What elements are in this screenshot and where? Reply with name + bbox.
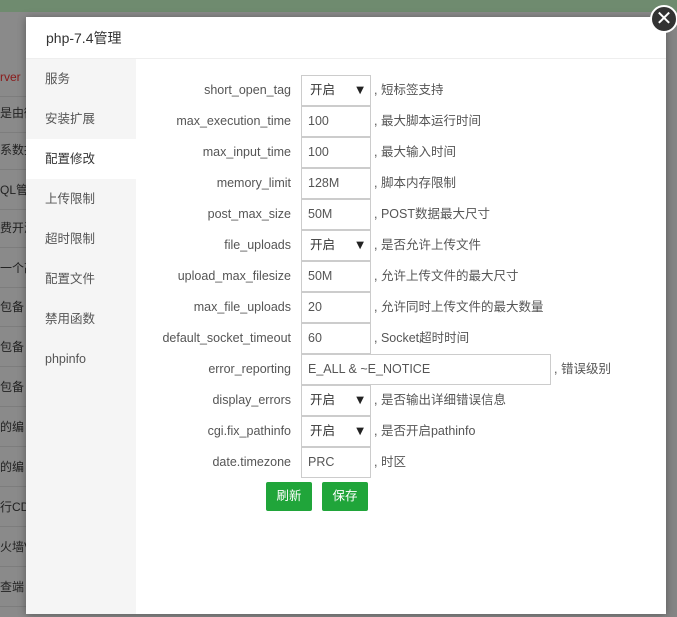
field-description: , 短标签支持 bbox=[374, 83, 444, 97]
field-label: default_socket_timeout bbox=[162, 331, 291, 345]
field-description: , 错误级别 bbox=[554, 362, 611, 376]
field-label: max_file_uploads bbox=[193, 300, 291, 314]
form-row-error-reporting: error_reporting E_ALL & ~E_NOTICE , 错误级别 bbox=[136, 354, 666, 385]
field-label: upload_max_filesize bbox=[177, 269, 291, 283]
file-uploads-select[interactable]: 开启 ▼ bbox=[301, 230, 371, 261]
select-value: 开启 bbox=[310, 238, 336, 252]
background-row: 系数据 bbox=[0, 130, 26, 170]
form-row-memory-limit: memory_limit 128M , 脚本内存限制 bbox=[136, 168, 666, 199]
background-row: QL管理 bbox=[0, 170, 26, 210]
form-row-upload-max-filesize: upload_max_filesize 50M , 允许上传文件的最大尺寸 bbox=[136, 261, 666, 292]
sidebar-item-disabled-functions[interactable]: 禁用函数 bbox=[26, 299, 136, 339]
form-row-date-timezone: date.timezone PRC , 时区 bbox=[136, 447, 666, 478]
background-row: 一个高 bbox=[0, 248, 26, 288]
field-description: , 脚本内存限制 bbox=[374, 176, 456, 190]
error-reporting-input[interactable]: E_ALL & ~E_NOTICE bbox=[301, 354, 551, 385]
upload-max-filesize-input[interactable]: 50M bbox=[301, 261, 371, 292]
field-description: , 允许上传文件的最大尺寸 bbox=[374, 269, 519, 283]
chevron-down-icon: ▼ bbox=[356, 240, 364, 251]
select-value: 开启 bbox=[310, 424, 336, 438]
field-description: , Socket超时时间 bbox=[374, 331, 470, 345]
max-execution-time-input[interactable]: 100 bbox=[301, 106, 371, 137]
sidebar-item-config-file[interactable]: 配置文件 bbox=[26, 259, 136, 299]
field-description: , 时区 bbox=[374, 455, 406, 469]
background-row: 的编 bbox=[0, 407, 26, 447]
background-row: 费开源 bbox=[0, 208, 26, 248]
refresh-button[interactable]: 刷新 bbox=[266, 482, 312, 511]
background-row: 包备 bbox=[0, 327, 26, 367]
background-row: rver bbox=[0, 57, 26, 97]
field-label: max_execution_time bbox=[176, 114, 291, 128]
background-row: 的编 bbox=[0, 447, 26, 487]
background-row: 行CD bbox=[0, 487, 26, 527]
field-label: cgi.fix_pathinfo bbox=[207, 424, 291, 438]
dialog-sidebar: 服务 安装扩展 配置修改 上传限制 超时限制 配置文件 禁用函数 phpinfo bbox=[26, 59, 136, 614]
field-description: , 是否允许上传文件 bbox=[374, 238, 481, 252]
max-file-uploads-input[interactable]: 20 bbox=[301, 292, 371, 323]
sidebar-item-upload-limit[interactable]: 上传限制 bbox=[26, 179, 136, 219]
date-timezone-input[interactable]: PRC bbox=[301, 447, 371, 478]
close-icon[interactable]: ✕ bbox=[650, 5, 677, 33]
memory-limit-input[interactable]: 128M bbox=[301, 168, 371, 199]
chevron-down-icon: ▼ bbox=[356, 85, 364, 96]
sidebar-item-config-edit[interactable]: 配置修改 bbox=[26, 139, 136, 179]
field-label: memory_limit bbox=[216, 176, 291, 190]
sidebar-item-timeout-limit[interactable]: 超时限制 bbox=[26, 219, 136, 259]
form-row-short-open-tag: short_open_tag 开启 ▼ , 短标签支持 bbox=[136, 75, 666, 106]
form-row-max-file-uploads: max_file_uploads 20 , 允许同时上传文件的最大数量 bbox=[136, 292, 666, 323]
background-topbar bbox=[0, 0, 677, 12]
default-socket-timeout-input[interactable]: 60 bbox=[301, 323, 371, 354]
sidebar-item-service[interactable]: 服务 bbox=[26, 59, 136, 99]
save-button[interactable]: 保存 bbox=[322, 482, 368, 511]
field-description: , POST数据最大尺寸 bbox=[374, 207, 490, 221]
field-description: , 允许同时上传文件的最大数量 bbox=[374, 300, 544, 314]
background-row: 包备 bbox=[0, 287, 26, 327]
background-row: 是由微 bbox=[0, 93, 26, 133]
select-value: 开启 bbox=[310, 83, 336, 97]
short-open-tag-select[interactable]: 开启 ▼ bbox=[301, 75, 371, 106]
form-row-max-input-time: max_input_time 100 , 最大输入时间 bbox=[136, 137, 666, 168]
field-description: , 是否输出详细错误信息 bbox=[374, 393, 506, 407]
dialog-title: php-7.4管理 bbox=[26, 17, 666, 59]
background-row: 包备 bbox=[0, 367, 26, 407]
field-label: error_reporting bbox=[208, 362, 291, 376]
form-row-post-max-size: post_max_size 50M , POST数据最大尺寸 bbox=[136, 199, 666, 230]
field-description: , 是否开启pathinfo bbox=[374, 424, 476, 438]
field-label: file_uploads bbox=[224, 238, 291, 252]
post-max-size-input[interactable]: 50M bbox=[301, 199, 371, 230]
field-description: , 最大脚本运行时间 bbox=[374, 114, 481, 128]
display-errors-select[interactable]: 开启 ▼ bbox=[301, 385, 371, 416]
form-row-file-uploads: file_uploads 开启 ▼ , 是否允许上传文件 bbox=[136, 230, 666, 261]
background-row: 火墙V bbox=[0, 527, 26, 567]
cgi-fix-pathinfo-select[interactable]: 开启 ▼ bbox=[301, 416, 371, 447]
form-row-display-errors: display_errors 开启 ▼ , 是否输出详细错误信息 bbox=[136, 385, 666, 416]
form-row-max-execution-time: max_execution_time 100 , 最大脚本运行时间 bbox=[136, 106, 666, 137]
field-label: post_max_size bbox=[207, 207, 291, 221]
field-description: , 最大输入时间 bbox=[374, 145, 456, 159]
sidebar-item-extensions[interactable]: 安装扩展 bbox=[26, 99, 136, 139]
field-label: max_input_time bbox=[202, 145, 291, 159]
select-value: 开启 bbox=[310, 393, 336, 407]
config-form: short_open_tag 开启 ▼ , 短标签支持 max_executio… bbox=[136, 59, 666, 614]
max-input-time-input[interactable]: 100 bbox=[301, 137, 371, 168]
field-label: short_open_tag bbox=[204, 83, 291, 97]
field-label: date.timezone bbox=[212, 455, 291, 469]
chevron-down-icon: ▼ bbox=[356, 426, 364, 437]
field-label: display_errors bbox=[212, 393, 291, 407]
php-settings-dialog: php-7.4管理 服务 安装扩展 配置修改 上传限制 超时限制 配置文件 禁用… bbox=[26, 17, 666, 614]
sidebar-item-phpinfo[interactable]: phpinfo bbox=[26, 339, 136, 379]
background-row: 查端 bbox=[0, 567, 26, 607]
form-row-default-socket-timeout: default_socket_timeout 60 , Socket超时时间 bbox=[136, 323, 666, 354]
background-right-strip bbox=[666, 12, 677, 617]
form-row-cgi-fix-pathinfo: cgi.fix_pathinfo 开启 ▼ , 是否开启pathinfo bbox=[136, 416, 666, 447]
chevron-down-icon: ▼ bbox=[356, 395, 364, 406]
